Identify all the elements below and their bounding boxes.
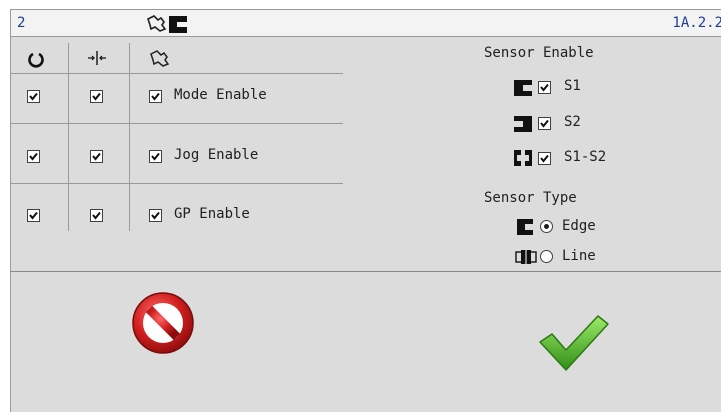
sensor-line-icon	[515, 248, 537, 266]
row-divider	[11, 73, 343, 74]
cancel-icon[interactable]	[130, 290, 196, 356]
mode-enable-label: Mode Enable	[174, 87, 267, 103]
checkmark-icon[interactable]	[538, 312, 610, 372]
row2-col1-checkbox[interactable]	[27, 150, 40, 163]
row1-col1-checkbox[interactable]	[27, 90, 40, 103]
edge-label: Edge	[562, 218, 596, 234]
row2-col2-checkbox[interactable]	[90, 150, 103, 163]
sensor-enable-heading: Sensor Enable	[484, 45, 594, 61]
hand-sensor-icon	[147, 15, 188, 33]
s1-s2-checkbox[interactable]	[538, 152, 551, 165]
title-number: 2	[17, 15, 26, 31]
s2-label: S2	[564, 114, 581, 130]
mode-enable-checkbox[interactable]	[149, 90, 162, 103]
row1-col2-checkbox[interactable]	[90, 90, 103, 103]
version-label: 1A.2.2	[672, 15, 721, 31]
hand-icon	[150, 50, 170, 67]
settings-panel: Mode Enable Jog Enable GP Enable Sensor …	[10, 37, 721, 272]
action-bar	[10, 272, 721, 412]
edge-radio[interactable]	[540, 220, 553, 233]
rotate-icon	[28, 52, 44, 68]
s1-checkbox[interactable]	[538, 81, 551, 94]
jog-enable-label: Jog Enable	[174, 147, 259, 163]
center-split-icon	[88, 51, 106, 65]
sensor-s2-icon	[513, 116, 532, 132]
sensor-type-heading: Sensor Type	[484, 190, 577, 206]
title-bar: 2 1A.2.2	[10, 9, 721, 37]
line-radio[interactable]	[540, 250, 553, 263]
sensor-s1-s2-icon	[514, 150, 532, 166]
s2-checkbox[interactable]	[538, 117, 551, 130]
line-label: Line	[562, 248, 596, 264]
gp-enable-label: GP Enable	[174, 206, 250, 222]
row3-col2-checkbox[interactable]	[90, 209, 103, 222]
s1-s2-label: S1-S2	[564, 149, 607, 165]
row-divider	[11, 183, 343, 184]
row3-col1-checkbox[interactable]	[27, 209, 40, 222]
row-divider	[11, 123, 343, 124]
column-divider	[129, 43, 130, 231]
s1-label: S1	[564, 78, 581, 94]
sensor-s1-icon	[514, 80, 533, 96]
sensor-edge-icon	[517, 219, 534, 235]
dialog-frame: 2 1A.2.2 Mode Enable Jog Enable GP Enabl…	[0, 0, 721, 412]
gp-enable-checkbox[interactable]	[149, 209, 162, 222]
column-divider	[68, 43, 69, 231]
jog-enable-checkbox[interactable]	[149, 150, 162, 163]
